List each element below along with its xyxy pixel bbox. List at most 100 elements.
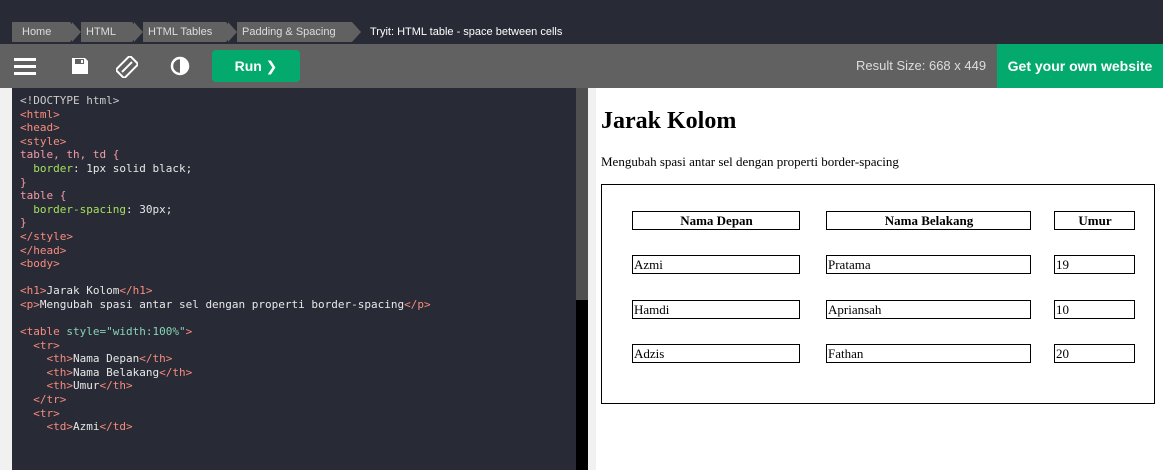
code-token: <body>	[20, 257, 60, 271]
code-line[interactable]: <body>	[20, 257, 576, 271]
get-own-website-button[interactable]: Get your own website	[997, 44, 1163, 88]
code-token: table {	[20, 189, 67, 203]
code-line[interactable]: ​	[20, 312, 576, 326]
menu-icon[interactable]	[14, 56, 36, 76]
code-token: }	[20, 216, 27, 230]
code-token: </th>	[99, 379, 133, 393]
code-line[interactable]: <html>	[20, 108, 576, 122]
code-text[interactable]: <!DOCTYPE html> <html> <head> <style> table,…	[12, 88, 576, 434]
code-line[interactable]: <head>	[20, 121, 576, 135]
code-line[interactable]: <th>Umur</th>	[20, 379, 576, 393]
code-token: <th>	[46, 379, 74, 393]
result-frame: Jarak Kolom Mengubah spasi antar sel den…	[596, 88, 1163, 470]
result-table: Nama Depan Nama Belakang Umur Azmi Prata…	[601, 184, 1155, 404]
editor-scrollbar-thumb[interactable]	[576, 88, 588, 300]
code-token: </h1>	[119, 284, 153, 298]
code-token: </head>	[20, 243, 67, 257]
code-token: : 1px solid black;	[73, 161, 193, 175]
table-cell: 20	[1054, 344, 1135, 363]
code-token: Nama Depan	[73, 352, 140, 366]
result-paragraph: Mengubah spasi antar sel dengan properti…	[601, 154, 899, 169]
code-line[interactable]: table {	[20, 189, 576, 203]
code-line[interactable]: </head>	[20, 244, 576, 258]
breadcrumb-current: Tryit: HTML table - space between cells	[370, 26, 563, 38]
code-token: Nama Belakang	[73, 365, 160, 379]
code-token: <p>	[20, 297, 40, 311]
code-line[interactable]: <style>	[20, 135, 576, 149]
run-button[interactable]: Run ❯	[212, 50, 300, 82]
table-header-cell: Nama Belakang	[826, 211, 1031, 230]
code-token: Azmi	[73, 420, 100, 434]
code-line[interactable]: border: 1px solid black;	[20, 162, 576, 176]
code-editor[interactable]: <!DOCTYPE html> <html> <head> <style> table,…	[12, 88, 576, 470]
breadcrumb: Home HTML HTML Tables Padding & Spacing …	[0, 0, 1163, 44]
code-token: }	[20, 175, 27, 189]
table-header-cell: Nama Depan	[632, 211, 800, 230]
toolbar: Run ❯ Result Size: 668 x 449 Get your ow…	[0, 44, 1163, 88]
code-token: table, th, td {	[20, 148, 120, 162]
code-token: <th>	[46, 352, 74, 366]
breadcrumb-padding-spacing[interactable]: Padding & Spacing	[228, 22, 361, 42]
code-line[interactable]: <table style="width:100%">	[20, 325, 576, 339]
code-token: <!DOCTYPE html>	[20, 94, 120, 107]
table-cell: Adzis	[632, 344, 800, 363]
code-token: Umur	[73, 379, 100, 393]
table-cell: Pratama	[826, 255, 1031, 274]
code-token: </tr>	[33, 393, 67, 407]
code-line[interactable]: table, th, td {	[20, 148, 576, 162]
code-line[interactable]: }	[20, 176, 576, 190]
code-token: <head>	[20, 121, 60, 135]
code-token: </th>	[159, 365, 193, 379]
code-line[interactable]: <h1>Jarak Kolom</h1>	[20, 284, 576, 298]
code-token: : 30px;	[125, 202, 173, 216]
code-token: <style>	[20, 134, 67, 148]
code-token: Mengubah spasi antar sel dengan properti…	[39, 297, 405, 311]
contrast-icon[interactable]	[170, 56, 192, 76]
code-token: </p>	[404, 297, 431, 311]
breadcrumb-home[interactable]: Home	[12, 22, 79, 42]
code-line[interactable]: }	[20, 216, 576, 230]
code-line[interactable]: </tr>	[20, 393, 576, 407]
breadcrumb-html[interactable]: HTML	[72, 22, 141, 42]
result-size-label: Result Size: 668 x 449	[856, 58, 987, 73]
code-token: <tr>	[33, 406, 60, 420]
orientation-icon[interactable]	[115, 55, 139, 79]
code-line[interactable]: </style>	[20, 230, 576, 244]
code-line[interactable]: <tr>	[20, 407, 576, 421]
code-line[interactable]: <th>Nama Depan</th>	[20, 352, 576, 366]
code-line[interactable]: ​	[20, 271, 576, 285]
table-cell: Fathan	[826, 344, 1031, 363]
code-line[interactable]: <p>Mengubah spasi antar sel dengan prope…	[20, 298, 576, 312]
table-cell: Apriansah	[826, 300, 1031, 319]
code-line[interactable]: <td>Azmi</td>	[20, 420, 576, 434]
code-token: <h1>	[20, 284, 47, 298]
code-line[interactable]: <!DOCTYPE html>	[20, 94, 576, 108]
code-token: </td>	[99, 420, 133, 434]
code-token: style="width:100%"	[66, 325, 186, 339]
code-token: <td>	[46, 420, 74, 434]
code-line[interactable]: border-spacing: 30px;	[20, 203, 576, 217]
code-token: >	[185, 325, 193, 339]
code-line[interactable]: <tr>	[20, 339, 576, 353]
code-token: <th>	[46, 365, 74, 379]
code-token: border-spacing	[33, 202, 126, 216]
table-header-cell: Umur	[1054, 211, 1135, 230]
table-cell: Azmi	[632, 255, 800, 274]
breadcrumb-html-tables[interactable]: HTML Tables	[134, 22, 235, 42]
code-line[interactable]: <th>Nama Belakang</th>	[20, 366, 576, 380]
table-cell: 19	[1054, 255, 1135, 274]
save-icon[interactable]	[70, 56, 92, 76]
code-token: Jarak Kolom	[46, 284, 120, 298]
code-token: border	[33, 161, 73, 175]
table-cell: Hamdi	[632, 300, 800, 319]
result-heading: Jarak Kolom	[601, 108, 737, 134]
